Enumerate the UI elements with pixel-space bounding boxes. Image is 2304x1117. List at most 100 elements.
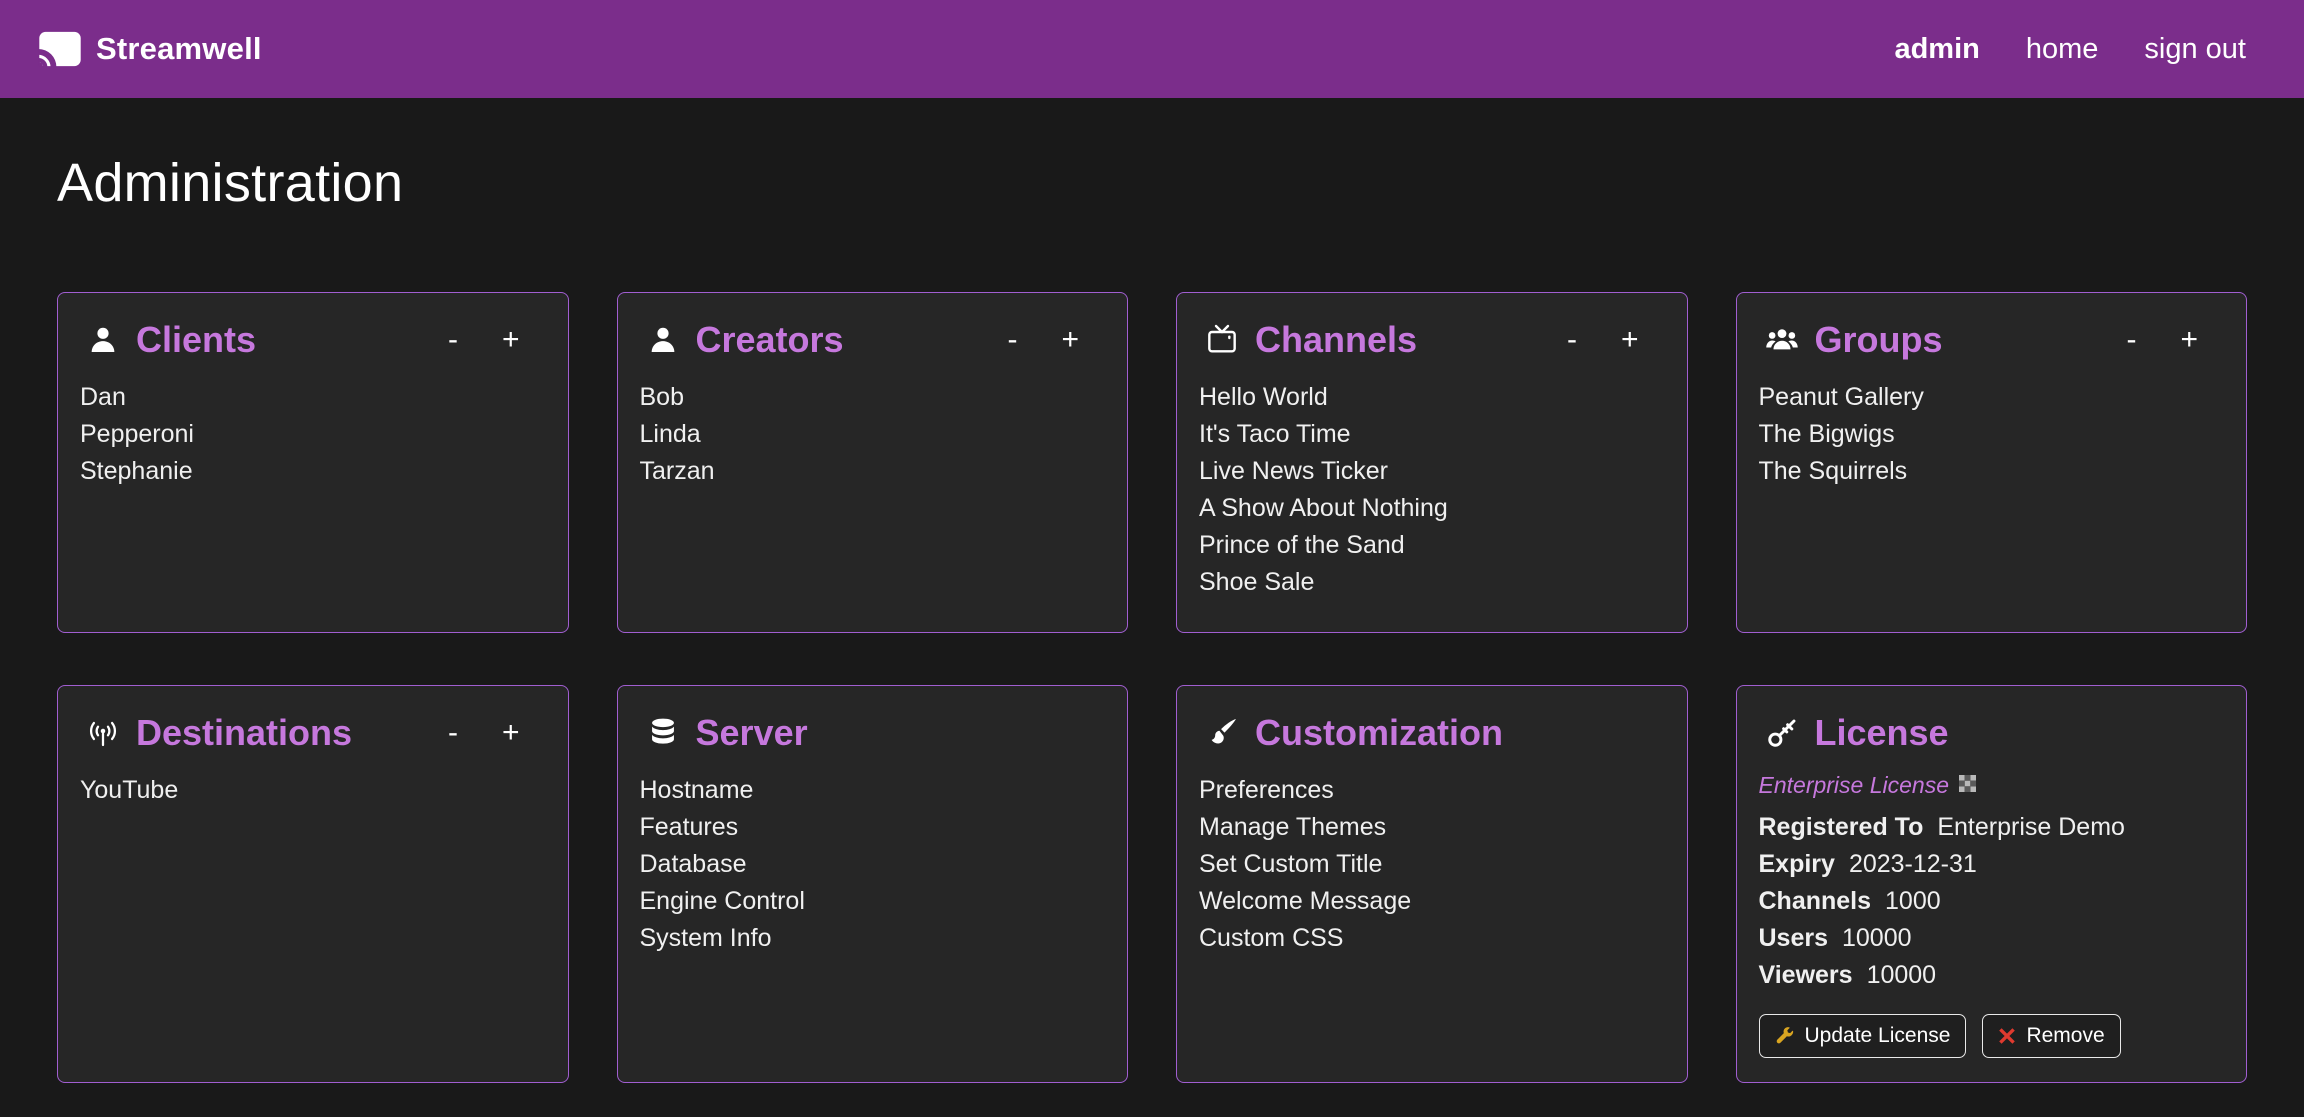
card-controls: - +	[1563, 325, 1665, 355]
list-item[interactable]: Hostname	[640, 772, 1106, 809]
card-header: Groups - +	[1757, 319, 2225, 361]
field-value: 2023-12-31	[1849, 850, 1977, 878]
creators-list: Bob Linda Tarzan	[638, 379, 1106, 490]
license-type: Enterprise License	[1759, 772, 2225, 799]
card-header: Channels - +	[1197, 319, 1665, 361]
license-field: Channels1000	[1759, 883, 2225, 920]
nav-admin[interactable]: admin	[1894, 33, 1979, 66]
brush-icon	[1205, 716, 1239, 750]
remove-license-label: Remove	[2026, 1024, 2104, 1048]
list-item[interactable]: Welcome Message	[1199, 883, 1665, 920]
person-icon	[86, 323, 120, 357]
nav-signout[interactable]: sign out	[2144, 33, 2246, 66]
field-label: Expiry	[1759, 850, 1835, 878]
card-title: Destinations	[136, 712, 352, 754]
field-value: 10000	[1842, 924, 1912, 952]
list-item[interactable]: Hello World	[1199, 379, 1665, 416]
card-controls: - +	[1003, 325, 1105, 355]
plus-button[interactable]: +	[1057, 325, 1083, 355]
list-item[interactable]: A Show About Nothing	[1199, 490, 1665, 527]
card-customization: Customization Preferences Manage Themes …	[1176, 685, 1688, 1083]
card-controls: - +	[444, 325, 546, 355]
list-item[interactable]: The Bigwigs	[1759, 416, 2225, 453]
clients-list: Dan Pepperoni Stephanie	[78, 379, 546, 490]
list-item[interactable]: Peanut Gallery	[1759, 379, 2225, 416]
card-title: Creators	[696, 319, 844, 361]
remove-license-button[interactable]: Remove	[1982, 1014, 2120, 1058]
nav-links: admin home sign out	[1894, 33, 2246, 66]
list-item[interactable]: Set Custom Title	[1199, 846, 1665, 883]
list-item[interactable]: Bob	[640, 379, 1106, 416]
field-label: Registered To	[1759, 813, 1924, 841]
card-title: Server	[696, 712, 808, 754]
list-item[interactable]: System Info	[640, 920, 1106, 957]
card-header: Customization	[1197, 712, 1665, 754]
groups-list: Peanut Gallery The Bigwigs The Squirrels	[1757, 379, 2225, 490]
list-item[interactable]: Linda	[640, 416, 1106, 453]
license-buttons: Update License Remove	[1759, 1014, 2225, 1058]
person-icon	[646, 323, 680, 357]
card-creators: Creators - + Bob Linda Tarzan	[617, 292, 1129, 633]
list-item[interactable]: It's Taco Time	[1199, 416, 1665, 453]
field-value: Enterprise Demo	[1937, 813, 2125, 841]
page-title: Administration	[57, 152, 2247, 214]
key-icon	[1765, 716, 1799, 750]
license-field: Registered To Enterprise Demo	[1759, 809, 2225, 846]
list-item[interactable]: Custom CSS	[1199, 920, 1665, 957]
list-item[interactable]: YouTube	[80, 772, 546, 809]
navbar: Streamwell admin home sign out	[0, 0, 2304, 98]
customization-list: Preferences Manage Themes Set Custom Tit…	[1197, 772, 1665, 957]
tv-icon	[1205, 323, 1239, 357]
list-item[interactable]: Dan	[80, 379, 546, 416]
update-license-button[interactable]: Update License	[1759, 1014, 1967, 1058]
card-controls: - +	[444, 718, 546, 748]
broadcast-icon	[86, 716, 120, 750]
plus-button[interactable]: +	[2176, 325, 2202, 355]
destinations-list: YouTube	[78, 772, 546, 809]
card-header: License	[1757, 712, 2225, 754]
card-license: License Enterprise License Registered To	[1736, 685, 2248, 1083]
list-item[interactable]: Pepperoni	[80, 416, 546, 453]
list-item[interactable]: Database	[640, 846, 1106, 883]
plus-button[interactable]: +	[1617, 325, 1643, 355]
list-item[interactable]: Live News Ticker	[1199, 453, 1665, 490]
card-title: Groups	[1815, 319, 1943, 361]
list-item[interactable]: Features	[640, 809, 1106, 846]
license-field: Users10000	[1759, 920, 2225, 957]
card-groups: Groups - + Peanut Gallery The Bigwigs Th…	[1736, 292, 2248, 633]
list-item[interactable]: Manage Themes	[1199, 809, 1665, 846]
card-destinations: Destinations - + YouTube	[57, 685, 569, 1083]
plus-button[interactable]: +	[498, 325, 524, 355]
card-header: Creators - +	[638, 319, 1106, 361]
card-title: Channels	[1255, 319, 1417, 361]
card-server: Server Hostname Features Database Engine…	[617, 685, 1129, 1083]
list-item[interactable]: Preferences	[1199, 772, 1665, 809]
minus-button[interactable]: -	[444, 718, 462, 748]
checkered-icon	[1959, 775, 1976, 797]
card-title: Clients	[136, 319, 256, 361]
plus-button[interactable]: +	[498, 718, 524, 748]
card-header: Destinations - +	[78, 712, 546, 754]
minus-button[interactable]: -	[444, 325, 462, 355]
nav-home[interactable]: home	[2026, 33, 2099, 66]
list-item[interactable]: Shoe Sale	[1199, 564, 1665, 601]
channels-list: Hello World It's Taco Time Live News Tic…	[1197, 379, 1665, 601]
list-item[interactable]: Engine Control	[640, 883, 1106, 920]
brand[interactable]: Streamwell	[38, 31, 262, 67]
field-label: Viewers	[1759, 961, 1853, 989]
field-value: 10000	[1867, 961, 1937, 989]
minus-button[interactable]: -	[1003, 325, 1021, 355]
list-item[interactable]: Stephanie	[80, 453, 546, 490]
license-field: Viewers 10000	[1759, 957, 2225, 994]
card-title: Customization	[1255, 712, 1503, 754]
minus-button[interactable]: -	[2122, 325, 2140, 355]
minus-button[interactable]: -	[1563, 325, 1581, 355]
page: Administration Clients - + Dan Peppe	[0, 152, 2304, 1083]
list-item[interactable]: Tarzan	[640, 453, 1106, 490]
list-item[interactable]: The Squirrels	[1759, 453, 2225, 490]
cast-logo-icon	[38, 31, 82, 67]
list-item[interactable]: Prince of the Sand	[1199, 527, 1665, 564]
field-label: Channels	[1759, 887, 1872, 915]
server-list: Hostname Features Database Engine Contro…	[638, 772, 1106, 957]
card-header: Server	[638, 712, 1106, 754]
